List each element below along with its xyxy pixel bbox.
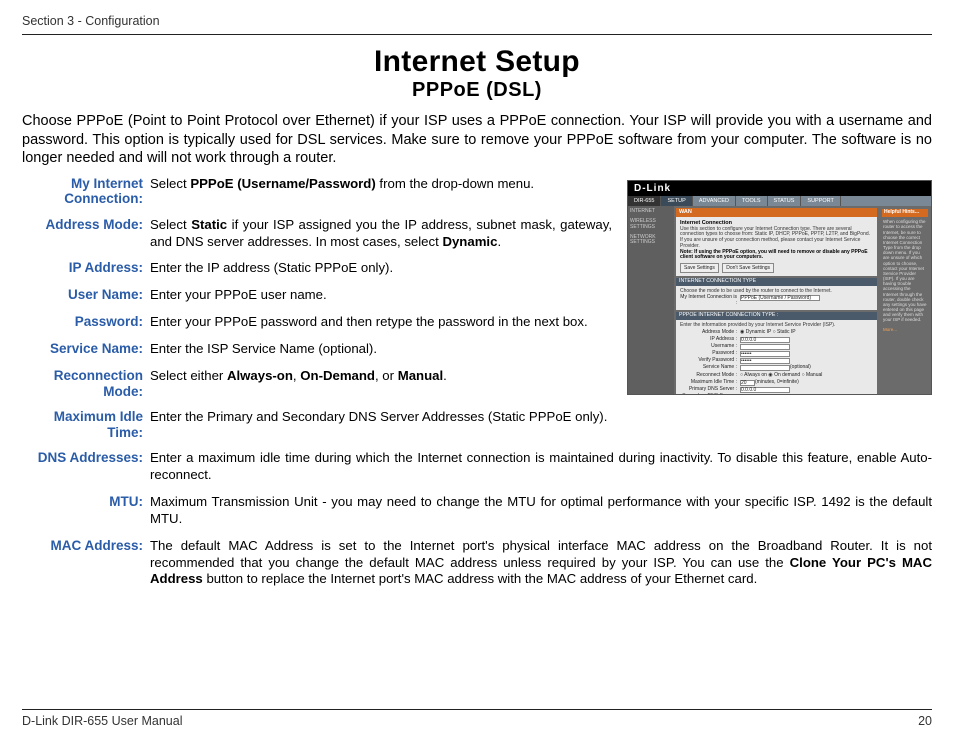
- term: MTU:: [22, 494, 150, 510]
- my-conn-label: My Internet Connection is :: [680, 295, 740, 307]
- term: MAC Address:: [22, 538, 150, 554]
- term: My Internet Connection:: [22, 176, 150, 207]
- lbl-idle: Maximum Idle Time :: [680, 380, 740, 386]
- row-dns-addresses: DNS Addresses: Enter a maximum idle time…: [22, 450, 932, 484]
- term: Address Mode:: [22, 217, 150, 233]
- desc: Enter your PPPoE user name.: [150, 287, 612, 304]
- desc: Maximum Transmission Unit - you may need…: [150, 494, 932, 528]
- ip-field[interactable]: 0.0.0.0: [740, 337, 790, 343]
- verify-password-field[interactable]: ••••••: [740, 358, 790, 364]
- row-address-mode: Address Mode: Select Static if your ISP …: [22, 217, 617, 251]
- service-name-field[interactable]: [740, 365, 790, 371]
- reconnect-radio[interactable]: ○ Always on ◉ On demand ○ Manual: [740, 373, 822, 379]
- idle-hint: (minutes, 0=infinite): [755, 380, 799, 386]
- term: DNS Addresses:: [22, 450, 150, 466]
- pppoe-bar: PPPOE INTERNET CONNECTION TYPE :: [676, 312, 877, 320]
- my-conn-select[interactable]: PPPoE (Username / Password): [740, 295, 820, 301]
- desc: The default MAC Address is set to the In…: [150, 538, 932, 589]
- term: IP Address:: [22, 260, 150, 276]
- nav-setup[interactable]: SETUP: [661, 196, 692, 206]
- nav-status[interactable]: STATUS: [768, 196, 802, 206]
- desc: Select either Always-on, On-Demand, or M…: [150, 368, 612, 385]
- lbl-pass: Password :: [680, 351, 740, 357]
- router-main-panel: WAN Internet Connection Use this section…: [674, 206, 879, 394]
- nav-support[interactable]: SUPPORT: [801, 196, 841, 206]
- desc: Enter a maximum idle time during which t…: [150, 450, 932, 484]
- sdns-field[interactable]: 0.0.0.0: [740, 394, 790, 395]
- row-mac-address: MAC Address: The default MAC Address is …: [22, 538, 932, 589]
- lbl-pdns: Primary DNS Server :: [680, 387, 740, 393]
- row-service-name: Service Name: Enter the ISP Service Name…: [22, 341, 617, 358]
- save-settings-button[interactable]: Save Settings: [680, 263, 719, 273]
- help-header: Helpful Hints...: [882, 209, 928, 217]
- lbl-address-mode: Address Mode :: [680, 330, 740, 336]
- pdns-field[interactable]: 0.0.0.0: [740, 387, 790, 393]
- section-header: Section 3 - Configuration: [22, 14, 932, 34]
- desc: Enter the IP address (Static PPPoE only)…: [150, 260, 612, 277]
- nav-tools[interactable]: TOOLS: [736, 196, 768, 206]
- term: Password:: [22, 314, 150, 330]
- row-user-name: User Name: Enter your PPPoE user name.: [22, 287, 617, 304]
- row-max-idle-time: Maximum Idle Time: Enter the Primary and…: [22, 409, 932, 440]
- brand-logo: D-Link: [628, 181, 931, 197]
- internet-connection-section: Internet Connection Use this section to …: [676, 217, 877, 276]
- desc: Select Static if your ISP assigned you t…: [150, 217, 612, 251]
- term: Reconnection Mode:: [22, 368, 150, 399]
- intro-paragraph: Choose PPPoE (Point to Point Protocol ov…: [22, 112, 932, 168]
- page-subtitle: PPPoE (DSL): [22, 79, 932, 102]
- desc: Select PPPoE (Username/Password) from th…: [150, 176, 612, 193]
- password-field[interactable]: ••••••: [740, 351, 790, 357]
- side-internet[interactable]: INTERNET: [630, 209, 672, 215]
- desc: Enter the ISP Service Name (optional).: [150, 341, 612, 358]
- row-ip-address: IP Address: Enter the IP address (Static…: [22, 260, 617, 277]
- dont-save-button[interactable]: Don't Save Settings: [722, 263, 774, 273]
- bar2-text: Enter the information provided by your I…: [680, 322, 835, 328]
- desc: Enter the Primary and Secondary DNS Serv…: [150, 409, 612, 426]
- term: User Name:: [22, 287, 150, 303]
- side-wireless[interactable]: WIRELESS SETTINGS: [630, 219, 672, 231]
- row-reconnection-mode: Reconnection Mode: Select either Always-…: [22, 368, 617, 399]
- top-rule: [22, 34, 932, 35]
- row-my-internet-connection: My Internet Connection: Select PPPoE (Us…: [22, 176, 617, 207]
- conn-type-bar: INTERNET CONNECTION TYPE: [676, 278, 877, 286]
- footer-left: D-Link DIR-655 User Manual: [22, 714, 182, 728]
- side-network[interactable]: NETWORK SETTINGS: [630, 235, 672, 247]
- help-text: When configuring the router to access th…: [882, 217, 928, 324]
- page-number: 20: [918, 714, 932, 728]
- lbl-ip: IP Address :: [680, 337, 740, 343]
- lbl-user: Username :: [680, 344, 740, 350]
- nav-advanced[interactable]: ADVANCED: [693, 196, 736, 206]
- lbl-sdns: Secondary DNS Server :: [680, 394, 740, 395]
- help-panel: Helpful Hints... When configuring the ro…: [879, 206, 931, 394]
- term: Service Name:: [22, 341, 150, 357]
- row-password: Password: Enter your PPPoE password and …: [22, 314, 617, 331]
- router-side-nav: INTERNET WIRELESS SETTINGS NETWORK SETTI…: [628, 206, 674, 394]
- page-footer: D-Link DIR-655 User Manual 20: [22, 709, 932, 728]
- row-mtu: MTU: Maximum Transmission Unit - you may…: [22, 494, 932, 528]
- router-model: DIR-655: [628, 196, 661, 206]
- lbl-svc: Service Name :: [680, 365, 740, 371]
- lbl-recon: Reconnect Mode :: [680, 373, 740, 379]
- help-more-link[interactable]: More...: [882, 325, 928, 334]
- bar1-text: Choose the mode to be used by the router…: [680, 288, 832, 294]
- username-field[interactable]: [740, 344, 790, 350]
- lbl-vpass: Verify Password :: [680, 358, 740, 364]
- idle-field[interactable]: 20: [740, 380, 755, 386]
- svc-hint: (optional): [790, 365, 811, 371]
- desc: Enter your PPPoE password and then retyp…: [150, 314, 612, 331]
- router-nav: DIR-655 SETUP ADVANCED TOOLS STATUS SUPP…: [628, 196, 931, 206]
- wan-header: WAN: [676, 208, 877, 216]
- router-ui-screenshot: D-Link DIR-655 SETUP ADVANCED TOOLS STAT…: [627, 180, 932, 395]
- address-mode-radio[interactable]: ◉ Dynamic IP ○ Static IP: [740, 330, 796, 336]
- sect1-body: Use this section to configure your Inter…: [680, 226, 870, 249]
- term: Maximum Idle Time:: [22, 409, 150, 440]
- page-title: Internet Setup: [22, 45, 932, 79]
- sect1-note: Note: If using the PPPoE option, you wil…: [680, 249, 868, 261]
